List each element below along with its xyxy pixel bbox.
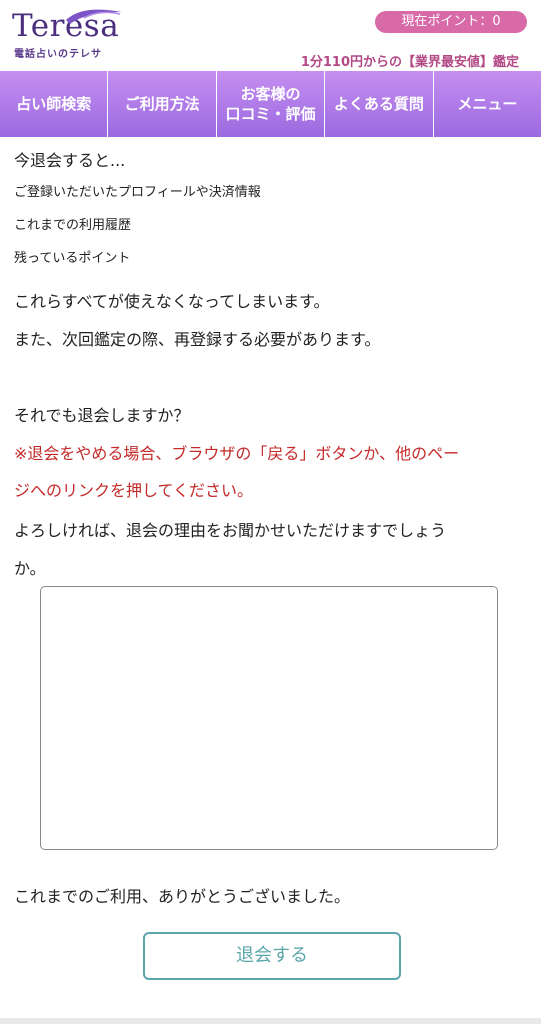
cancel-note-line1: ※退会をやめる場合、ブラウザの「戻る」ボタンか、他のペー — [14, 444, 460, 463]
site-logo[interactable]: Teresa 電話占いのテレサ — [12, 6, 132, 60]
lost-item-points: 残っているポイント — [14, 251, 131, 266]
withdraw-button[interactable]: 退会する — [143, 932, 401, 980]
warning-unusable: これらすべてが使えなくなってしまいます。 — [14, 292, 330, 311]
site-header: Teresa 電話占いのテレサ 現在ポイント：0 1分110円からの【業界最安値… — [0, 0, 541, 71]
nav-item-how-to-use[interactable]: ご利用方法 — [108, 71, 217, 137]
nav-item-reviews[interactable]: お客様の 口コミ・評価 — [217, 71, 326, 137]
cancel-note-line2: ジへのリンクを押してください。 — [14, 481, 254, 500]
nav-item-fortune-teller-search[interactable]: 占い師検索 — [0, 71, 109, 137]
nav-item-faq[interactable]: よくある質問 — [325, 71, 434, 137]
withdrawal-reason-input[interactable] — [40, 586, 498, 850]
price-tagline: 1分110円からの【業界最安値】鑑定 — [300, 55, 519, 70]
warning-reregister: また、次回鑑定の際、再登録する必要があります。 — [14, 330, 381, 349]
bottom-divider — [0, 1018, 541, 1024]
main-nav: 占い師検索 ご利用方法 お客様の 口コミ・評価 よくある質問 メニュー — [0, 71, 541, 137]
lost-item-history: これまでの利用履歴 — [14, 218, 132, 233]
logo-subtitle: 電話占いのテレサ — [14, 49, 102, 60]
nav-item-menu[interactable]: メニュー — [434, 71, 541, 137]
current-points-badge: 現在ポイント：0 — [375, 11, 527, 33]
logo-swoosh-icon — [66, 9, 122, 24]
lost-item-profile: ご登録いただいたプロフィールや決済情報 — [14, 185, 261, 200]
confirm-question: それでも退会しますか？ — [14, 406, 190, 425]
intro-text: 今退会すると... — [14, 151, 126, 170]
reason-prompt-line2: か。 — [14, 559, 46, 578]
thanks-message: これまでのご利用、ありがとうございました。 — [14, 887, 351, 906]
reason-prompt-line1: よろしければ、退会の理由をお聞かせいただけますでしょう — [14, 521, 447, 540]
